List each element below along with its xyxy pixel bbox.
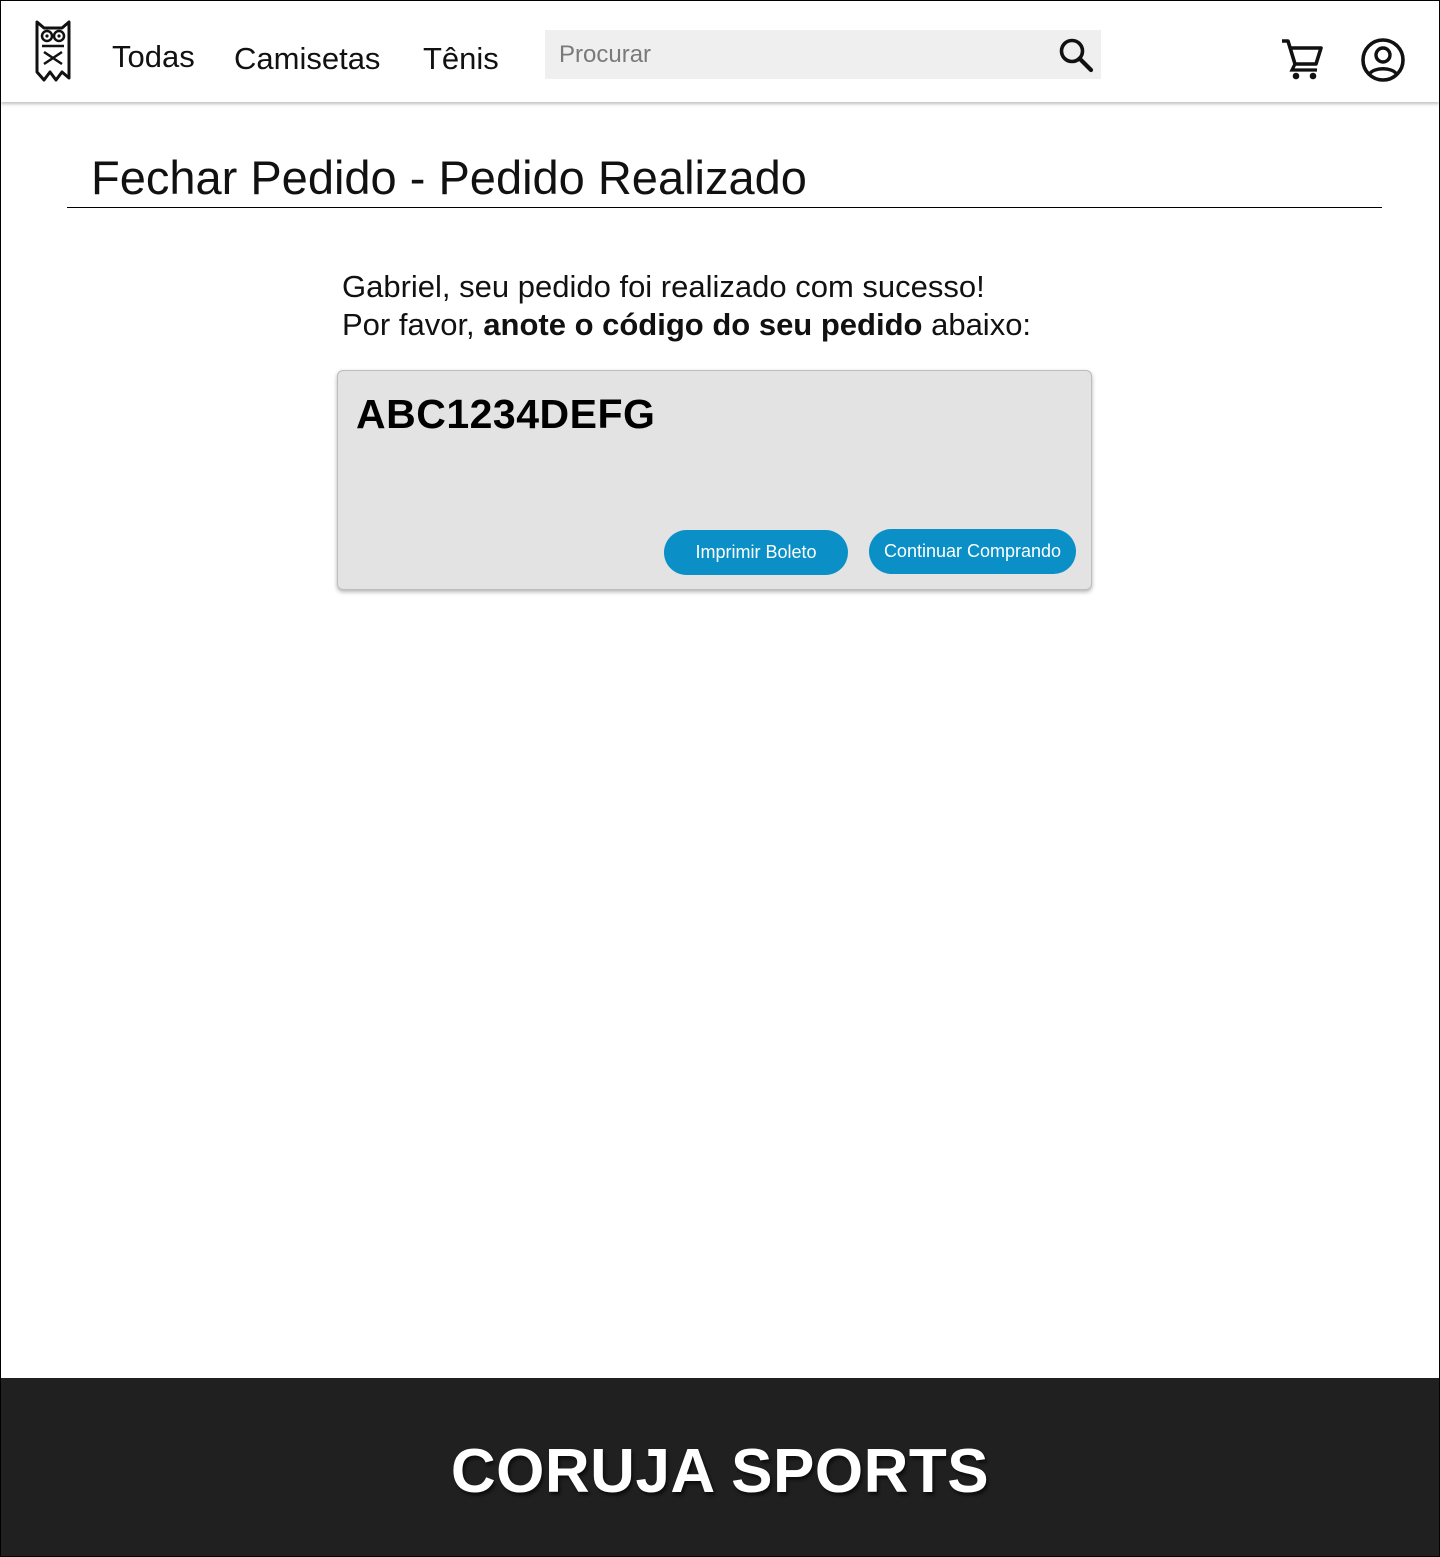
search-bar	[545, 30, 1101, 79]
cart-icon[interactable]	[1279, 36, 1325, 82]
top-header: Todas Camisetas Tênis	[1, 1, 1439, 102]
nav-todas[interactable]: Todas	[112, 39, 195, 75]
footer: CORUJA SPORTS	[1, 1378, 1439, 1556]
owl-logo-icon[interactable]	[34, 20, 72, 82]
search-icon[interactable]	[1057, 36, 1095, 74]
message-bold: anote o código do seu pedido	[483, 307, 923, 342]
nav-camisetas[interactable]: Camisetas	[234, 41, 380, 77]
footer-brand: CORUJA SPORTS	[450, 1437, 990, 1506]
order-code: ABC1234DEFG	[356, 391, 656, 437]
message-prefix: Por favor,	[342, 307, 484, 342]
search-input[interactable]	[545, 30, 1045, 79]
print-boleto-button[interactable]: Imprimir Boleto	[664, 530, 848, 575]
page-frame	[0, 0, 1440, 1557]
message-suffix: abaixo:	[922, 307, 1032, 342]
order-code-card: ABC1234DEFG Imprimir Boleto Continuar Co…	[337, 370, 1092, 590]
title-divider	[67, 207, 1382, 208]
message-line-1: Gabriel, seu pedido foi realizado com su…	[342, 269, 985, 304]
page-title: Fechar Pedido - Pedido Realizado	[91, 151, 807, 204]
nav-tenis[interactable]: Tênis	[423, 41, 499, 77]
account-circle-icon[interactable]	[1359, 36, 1407, 84]
continue-shopping-button[interactable]: Continuar Comprando	[869, 529, 1076, 574]
success-message: Gabriel, seu pedido foi realizado com su…	[342, 268, 1031, 344]
message-line-2: Por favor, anote o código do seu pedido …	[342, 306, 1031, 344]
